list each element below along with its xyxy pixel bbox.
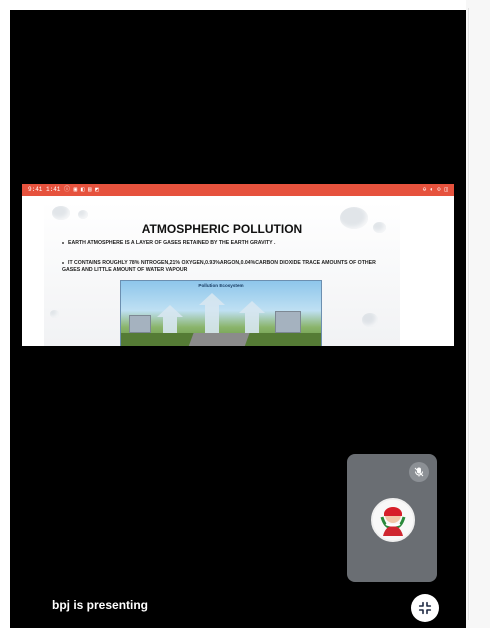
droplet-decoration: [50, 310, 59, 318]
up-arrow-graphic: [199, 293, 225, 337]
shared-screen[interactable]: 9:41 1:41 ⓘ ▣ ◧ ▤ ◩ ⊖ ◐ ⊙ ◫ ATMOSPHERIC …: [22, 184, 454, 346]
side-panel-edge: [466, 0, 490, 628]
mic-off-icon-svg: [414, 467, 424, 477]
shared-status-bar: 9:41 1:41 ⓘ ▣ ◧ ▤ ◩ ⊖ ◐ ⊙ ◫: [22, 184, 454, 196]
slide-bullet-2: IT CONTAINS ROUGHLY 78% NITROGEN,21% OXY…: [62, 260, 382, 274]
presenting-label: bpj is presenting: [52, 598, 149, 612]
droplet-decoration: [362, 313, 378, 327]
droplet-decoration: [52, 206, 70, 220]
collapse-button[interactable]: [411, 594, 439, 622]
factory-graphic: [275, 311, 301, 333]
pollution-diagram: Pollution Ecosystem: [120, 280, 322, 346]
avatar-illustration: [373, 500, 413, 540]
diagram-title: Pollution Ecosystem: [198, 283, 244, 288]
presentation-slide: ATMOSPHERIC POLLUTION EARTH ATMOSPHERE I…: [44, 202, 400, 346]
participant-avatar: [371, 498, 415, 542]
road-graphic: [188, 333, 250, 346]
bullet-text-1: EARTH ATMOSPHERE IS A LAYER OF GASES RET…: [68, 240, 276, 246]
bullet-dot: [62, 261, 64, 264]
bullet-dot: [62, 241, 64, 244]
status-right: ⊖ ◐ ⊙ ◫: [422, 186, 448, 193]
bullet-text-2: IT CONTAINS ROUGHLY 78% NITROGEN,21% OXY…: [62, 260, 376, 273]
factory-graphic: [129, 315, 151, 333]
collapse-icon: [418, 601, 432, 615]
panel-divider: [468, 8, 469, 620]
meeting-stage: 9:41 1:41 ⓘ ▣ ◧ ▤ ◩ ⊖ ◐ ⊙ ◫ ATMOSPHERIC …: [10, 10, 466, 628]
slide-bullet-1: EARTH ATMOSPHERE IS A LAYER OF GASES RET…: [62, 240, 382, 247]
droplet-decoration: [78, 210, 88, 219]
slide-title: ATMOSPHERIC POLLUTION: [141, 222, 303, 236]
status-left: 9:41 1:41 ⓘ ▣ ◧ ▤ ◩: [28, 186, 99, 193]
mic-off-icon: [409, 462, 429, 482]
participant-tile[interactable]: [347, 454, 437, 582]
